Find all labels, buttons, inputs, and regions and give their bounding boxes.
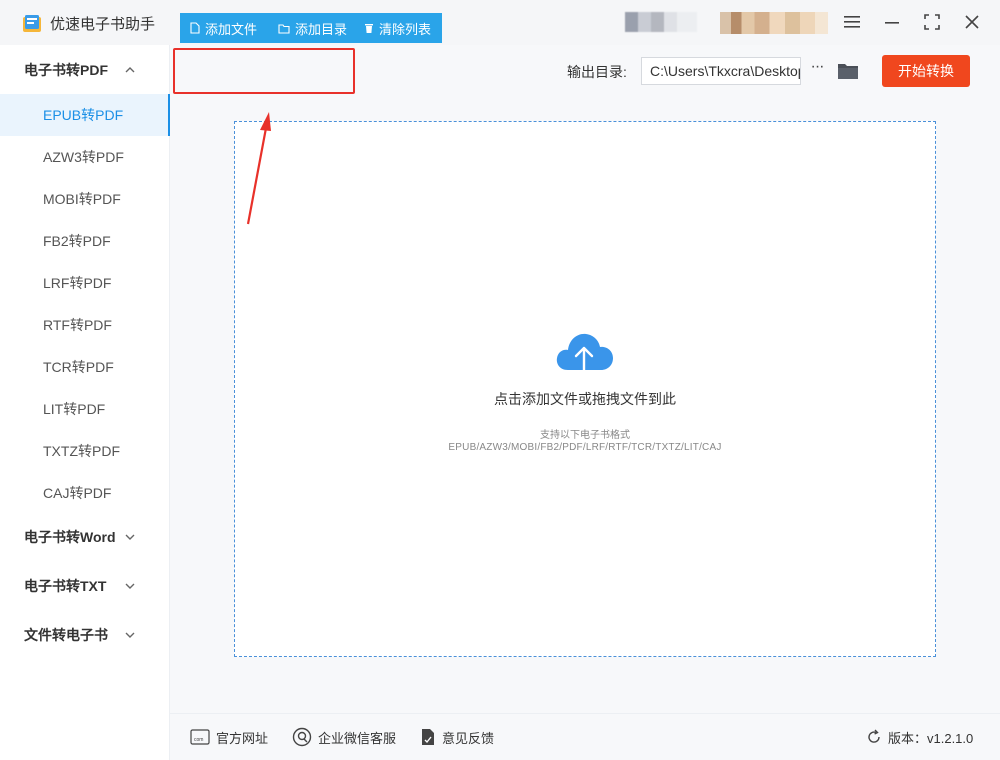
sidebar-item-rtf-to-pdf[interactable]: RTF转PDF [0,304,170,346]
sidebar-item-azw3-to-pdf[interactable]: AZW3转PDF [0,136,170,178]
sidebar-item-label: LRF转PDF [43,275,112,291]
sidebar-group-label: 文件转电子书 [24,627,108,643]
add-folder-label: 添加目录 [295,21,348,37]
sidebar-item-label: TXTZ转PDF [43,443,120,459]
maximize-button[interactable] [920,10,944,34]
add-folder-button[interactable]: 添加目录 [268,13,354,43]
add-file-label: 添加文件 [205,21,258,37]
sidebar-group-label: 电子书转Word [24,529,116,545]
clear-list-label: 清除列表 [379,21,432,37]
sidebar-item-mobi-to-pdf[interactable]: MOBI转PDF [0,178,170,220]
menu-icon [844,16,860,28]
annotation-highlight-box [173,48,355,94]
sidebar-item-txtz-to-pdf[interactable]: TXTZ转PDF [0,430,170,472]
output-dir-label: 输出目录: [567,64,627,80]
sidebar-item-epub-to-pdf[interactable]: EPUB转PDF [0,94,170,136]
sidebar-item-label: EPUB转PDF [43,107,124,123]
chevron-down-icon [125,534,135,540]
close-button[interactable] [960,10,984,34]
menu-button[interactable] [840,10,864,34]
feedback-label: 意见反馈 [442,730,495,746]
sidebar-group-label: 电子书转PDF [24,62,108,78]
clear-list-button[interactable]: 清除列表 [354,13,442,43]
sidebar-item-label: TCR转PDF [43,359,114,375]
browse-more-button[interactable]: ··· [806,58,828,84]
title-bar: 优速电子书助手 [0,0,1000,45]
output-dir-field[interactable]: C:\Users\Tkxcra\Desktop [641,57,801,85]
minimize-button[interactable] [880,10,904,34]
feedback-link[interactable]: 意见反馈 [420,728,494,746]
supported-formats-list: EPUB/AZW3/MOBI/FB2/PDF/LRF/RTF/TCR/TXTZ/… [448,442,722,453]
start-convert-label: 开始转换 [898,63,954,79]
user-avatar-blurred [720,12,828,34]
sidebar-item-label: LIT转PDF [43,401,106,417]
start-convert-button[interactable]: 开始转换 [882,55,970,87]
sidebar-item-lit-to-pdf[interactable]: LIT转PDF [0,388,170,430]
maximize-icon [924,14,940,30]
sidebar-group-label: 电子书转TXT [24,578,107,594]
sidebar-group-ebook-to-pdf[interactable]: 电子书转PDF [0,50,170,90]
chevron-down-icon [125,632,135,638]
sidebar-group-ebook-to-word[interactable]: 电子书转Word [0,517,170,557]
account-info-blurred [625,12,697,32]
minimize-icon [885,22,899,24]
sidebar-item-label: MOBI转PDF [43,191,121,207]
annotation-arrow-icon [246,112,271,225]
close-icon [965,15,979,29]
app-title: 优速电子书助手 [50,16,156,33]
sidebar-item-label: RTF转PDF [43,317,112,333]
refresh-icon [868,729,880,743]
sidebar-group-ebook-to-txt[interactable]: 电子书转TXT [0,566,170,606]
supported-formats-title: 支持以下电子书格式 [540,430,630,441]
drop-zone-instruction: 点击添加文件或拖拽文件到此 [494,391,676,407]
folder-icon [278,23,290,34]
sidebar-item-tcr-to-pdf[interactable]: TCR转PDF [0,346,170,388]
sidebar: 电子书转PDF EPUB转PDF AZW3转PDF MOBI转PDF FB2转P… [0,45,170,760]
sidebar-item-caj-to-pdf[interactable]: CAJ转PDF [0,472,170,514]
sidebar-item-lrf-to-pdf[interactable]: LRF转PDF [0,262,170,304]
add-file-button[interactable]: 添加文件 [180,13,268,43]
svg-text:com: com [194,737,203,743]
sidebar-item-label: AZW3转PDF [43,149,124,165]
wechat-support-icon [292,727,312,747]
sidebar-item-label: FB2转PDF [43,233,111,249]
cloud-upload-icon [556,333,613,380]
wechat-support-link[interactable]: 企业微信客服 [292,727,397,747]
sidebar-item-label: CAJ转PDF [43,485,112,501]
trash-icon [365,24,373,33]
version-info[interactable]: 版本：v1.2.1.0 [866,728,973,746]
wechat-support-label: 企业微信客服 [318,730,397,746]
open-folder-icon[interactable] [837,61,859,81]
official-website-link[interactable]: com 官方网址 [190,728,268,746]
sidebar-item-fb2-to-pdf[interactable]: FB2转PDF [0,220,170,262]
chevron-down-icon [125,583,135,589]
official-website-label: 官方网址 [216,730,269,746]
file-icon [190,22,200,34]
version-label: 版本：v1.2.1.0 [888,730,974,746]
app-logo-icon [23,15,41,32]
feedback-icon [422,729,434,745]
chevron-up-icon [125,67,135,73]
sidebar-group-file-to-ebook[interactable]: 文件转电子书 [0,615,170,655]
website-icon: com [190,729,210,745]
